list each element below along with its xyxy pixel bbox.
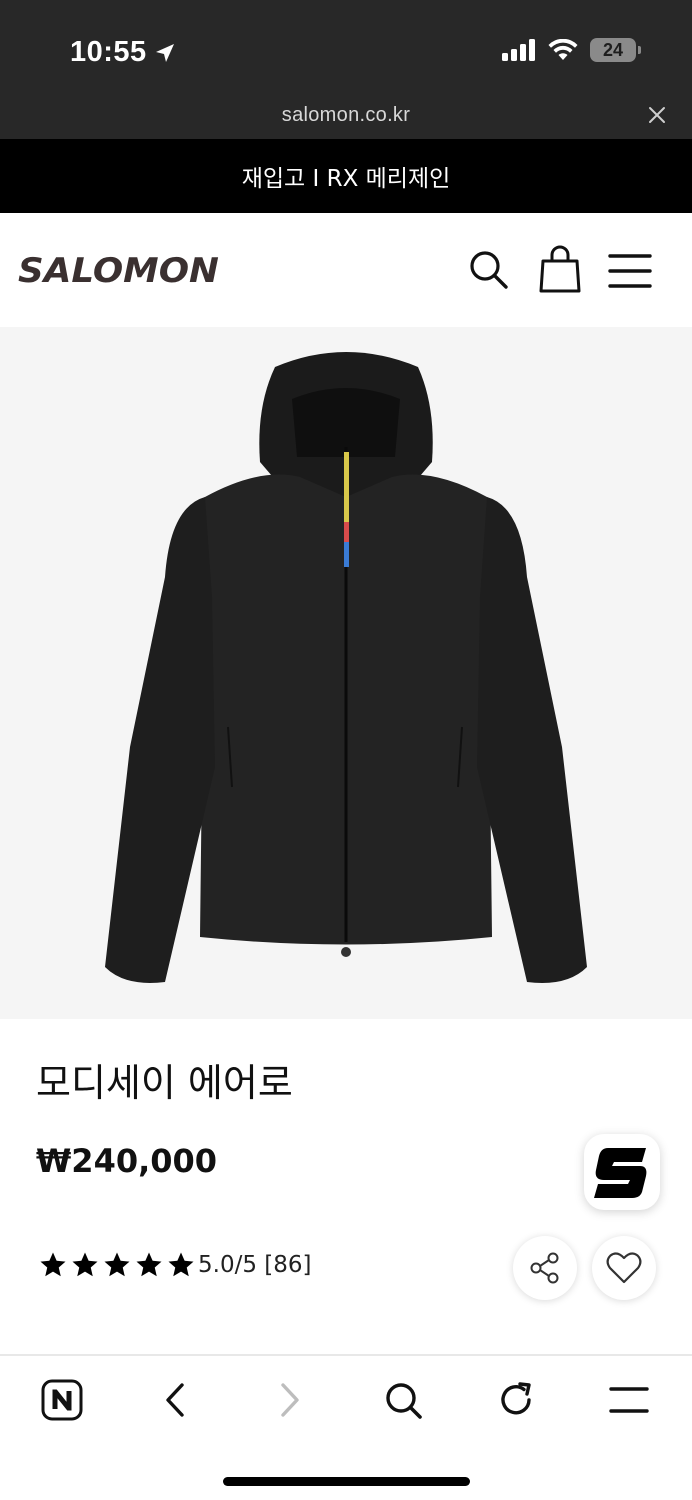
star-icon xyxy=(136,1252,162,1277)
share-button[interactable] xyxy=(513,1236,577,1300)
shopping-bag-icon[interactable] xyxy=(538,243,582,295)
rating-stars xyxy=(38,1250,196,1280)
status-indicators: 24 xyxy=(502,38,641,62)
heart-icon xyxy=(606,1252,642,1284)
product-rating[interactable]: 5.0/5 [86] xyxy=(38,1250,311,1280)
wishlist-button[interactable] xyxy=(592,1236,656,1300)
jacket-illustration xyxy=(105,352,587,983)
battery-icon: 24 xyxy=(590,38,641,62)
status-time: 10:55 xyxy=(70,36,177,69)
search-icon[interactable] xyxy=(466,247,512,293)
reload-icon[interactable] xyxy=(494,1378,538,1422)
rating-text: 5.0/5 [86] xyxy=(198,1252,312,1278)
promo-banner-text: 재입고 I RX 메리제인 xyxy=(241,166,451,192)
product-name: 모디세이 에어로 xyxy=(36,1061,293,1105)
brand-logo[interactable]: SALOMON xyxy=(18,251,219,291)
star-icon xyxy=(40,1252,66,1277)
star-icon xyxy=(168,1252,194,1277)
menu-icon[interactable] xyxy=(608,253,652,289)
wifi-icon xyxy=(548,39,578,60)
back-icon[interactable] xyxy=(153,1378,197,1422)
salomon-s-logo-icon[interactable] xyxy=(584,1134,660,1210)
product-price: ₩240,000 xyxy=(36,1142,218,1180)
signal-icon xyxy=(502,39,535,61)
location-arrow-icon xyxy=(155,43,174,62)
close-icon[interactable] xyxy=(648,106,666,124)
forward-icon xyxy=(268,1378,312,1422)
site-header: SALOMON xyxy=(0,213,692,327)
star-icon xyxy=(72,1252,98,1277)
url-bar[interactable]: salomon.co.kr xyxy=(0,104,692,127)
home-indicator[interactable] xyxy=(223,1477,470,1486)
status-time-label: 10:55 xyxy=(70,36,147,68)
star-icon xyxy=(104,1252,130,1277)
promo-banner[interactable]: 재입고 I RX 메리제인 xyxy=(0,139,692,213)
product-image[interactable] xyxy=(0,327,692,1019)
menu-icon[interactable] xyxy=(607,1378,651,1422)
naver-home-icon[interactable] xyxy=(40,1378,84,1422)
battery-level: 24 xyxy=(602,39,624,60)
share-icon xyxy=(530,1252,559,1284)
search-icon[interactable] xyxy=(381,1378,425,1422)
